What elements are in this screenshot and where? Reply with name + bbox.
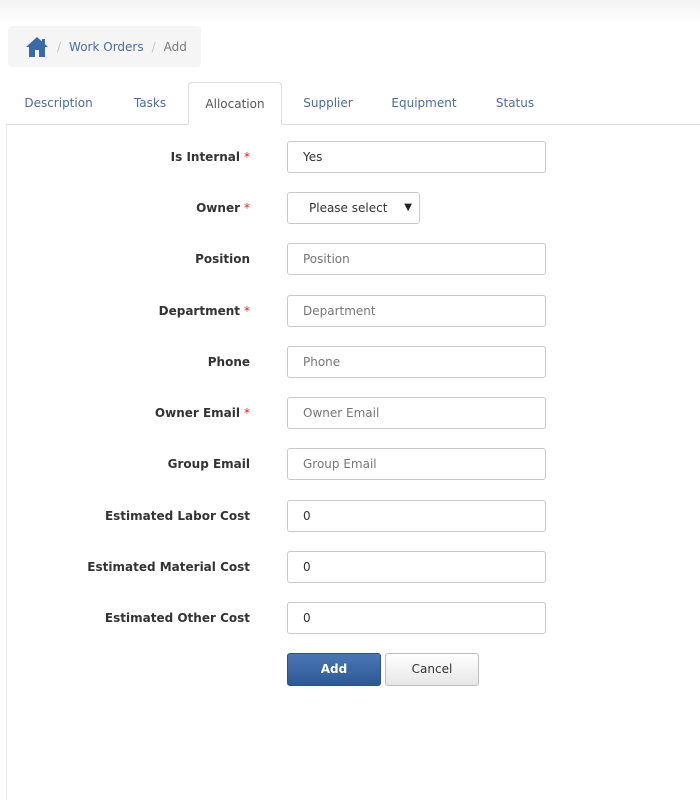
department-input[interactable] xyxy=(287,295,546,327)
estimated-other-cost-label: Estimated Other Cost xyxy=(104,611,250,625)
department-label: Department * xyxy=(158,304,250,318)
form-row-phone: Phone xyxy=(0,346,700,378)
caret-down-icon: ▼ xyxy=(404,202,412,213)
owner-label: Owner * xyxy=(196,201,250,215)
tab-status[interactable]: Status xyxy=(474,82,556,125)
owner-email-input[interactable] xyxy=(287,397,546,429)
home-icon[interactable] xyxy=(25,36,49,58)
form-row-group-email: Group Email xyxy=(0,448,700,480)
breadcrumb: / Work Orders / Add xyxy=(8,26,201,67)
required-marker: * xyxy=(244,150,250,164)
estimated-labor-cost-label: Estimated Labor Cost xyxy=(104,509,250,523)
top-fade xyxy=(0,0,700,24)
position-label: Position xyxy=(195,252,250,266)
owner-email-label: Owner Email * xyxy=(154,406,250,420)
group-email-label: Group Email xyxy=(167,457,250,471)
tab-allocation[interactable]: Allocation xyxy=(188,82,282,125)
form-row-estimated-other-cost: Estimated Other Cost xyxy=(0,602,700,634)
phone-input[interactable] xyxy=(287,346,546,378)
tab-tasks[interactable]: Tasks xyxy=(111,82,189,125)
form-row-position: Position xyxy=(0,243,700,275)
breadcrumb-work-orders[interactable]: Work Orders xyxy=(69,40,144,54)
tab-bar: Description Tasks Allocation Supplier Eq… xyxy=(6,82,700,125)
form-row-department: Department * xyxy=(0,295,700,327)
tab-equipment[interactable]: Equipment xyxy=(374,82,474,125)
tab-supplier[interactable]: Supplier xyxy=(282,82,374,125)
owner-select[interactable]: Please select ▼ xyxy=(287,192,420,224)
group-email-input[interactable] xyxy=(287,448,546,480)
phone-label: Phone xyxy=(207,355,250,369)
form-row-estimated-material-cost: Estimated Material Cost xyxy=(0,551,700,583)
form-row-owner: Owner * Please select ▼ xyxy=(0,192,700,224)
add-button[interactable]: Add xyxy=(287,653,381,686)
owner-select-value: Please select xyxy=(309,201,388,215)
estimated-material-cost-label: Estimated Material Cost xyxy=(87,560,250,574)
estimated-other-cost-input[interactable] xyxy=(287,602,546,634)
form-row-owner-email: Owner Email * xyxy=(0,397,700,429)
required-marker: * xyxy=(244,201,250,215)
estimated-material-cost-input[interactable] xyxy=(287,551,546,583)
cancel-button[interactable]: Cancel xyxy=(385,653,479,686)
tab-description[interactable]: Description xyxy=(6,82,111,125)
position-input[interactable] xyxy=(287,243,546,275)
is-internal-field[interactable]: Yes xyxy=(287,141,546,173)
required-marker: * xyxy=(244,304,250,318)
is-internal-label: Is Internal * xyxy=(170,150,250,164)
estimated-labor-cost-input[interactable] xyxy=(287,500,546,532)
breadcrumb-separator: / xyxy=(57,39,62,54)
breadcrumb-separator: / xyxy=(151,39,156,54)
breadcrumb-current: Add xyxy=(163,39,187,54)
required-marker: * xyxy=(244,406,250,420)
form-row-estimated-labor-cost: Estimated Labor Cost xyxy=(0,500,700,532)
form-row-is-internal: Is Internal * Yes xyxy=(0,141,700,173)
